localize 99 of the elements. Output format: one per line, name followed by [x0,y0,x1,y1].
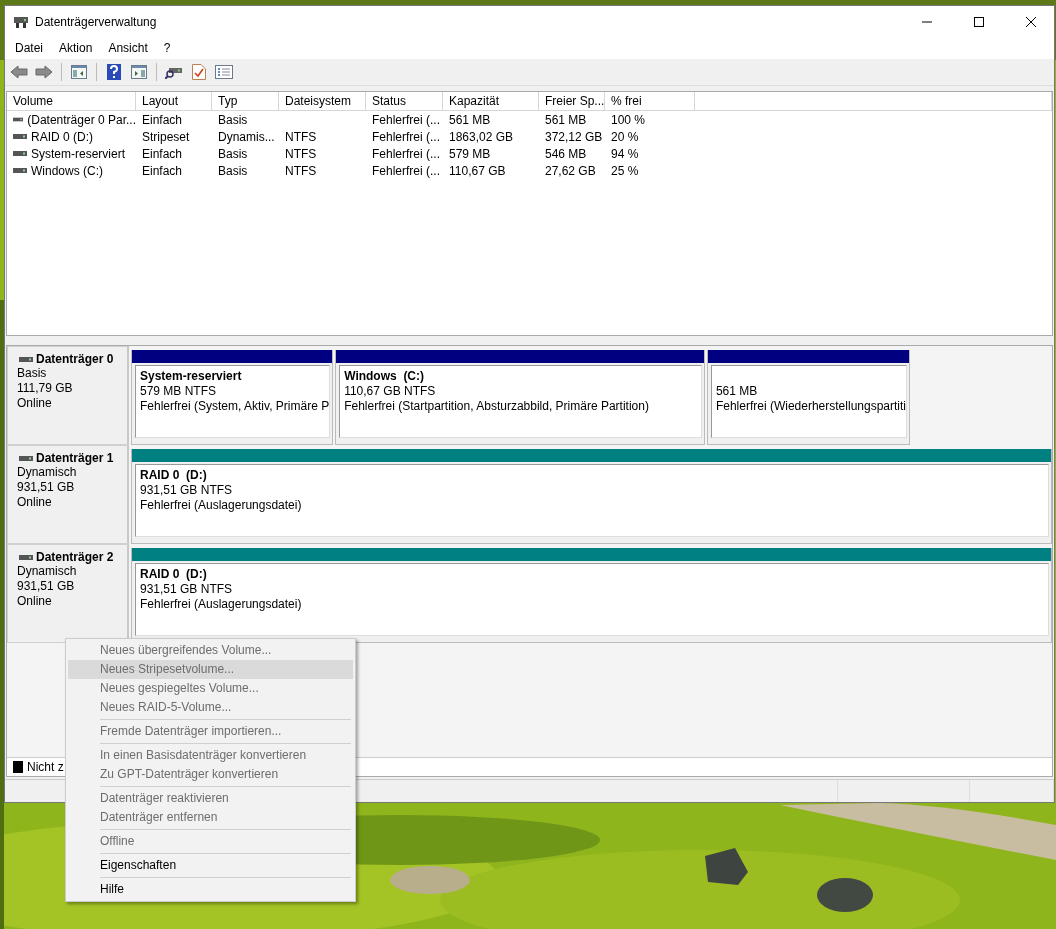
table-cell-text: 561 MB [448,112,492,127]
table-cell-text: NTFS [284,163,318,178]
column-header[interactable]: Kapazität [443,92,539,111]
table-cell-text: NTFS [284,129,318,144]
close-icon [1026,16,1036,27]
drive-icon [19,455,33,461]
table-cell-text: Fehlerfrei (... [371,129,441,144]
column-header[interactable]: Layout [136,92,212,111]
disk-status: Online [17,396,53,411]
partition-status: Fehlerfrei (Startpartition, Absturzabbild, Primäre Partition) [344,399,650,414]
drive-icon [13,151,27,156]
partition-title: Windows (C:) [344,369,426,384]
disk-name: Datenträger 2 [36,550,114,564]
table-cell-text: 110,67 GB [448,163,507,178]
table-cell-text: NTFS [284,146,318,161]
table-cell-text: Dynamis... [217,129,276,144]
partition-size: 931,51 GB NTFS [140,582,234,597]
help-icon [107,64,121,80]
context-menu-item[interactable]: Eigenschaften [68,856,353,875]
table-cell-text: 27,62 GB [544,163,597,178]
table-cell-text: 561 MB [544,112,588,127]
table-cell-text: 100 % [610,112,647,127]
table-cell-text: Basis [217,163,249,178]
list-icon [215,65,233,79]
disk-label-panel[interactable]: Datenträger 0 Basis 111,79 GB Online [7,346,129,445]
maximize-icon [974,16,984,27]
table-cell-text: Einfach [141,163,184,178]
table-cell-text: Fehlerfrei (... [371,146,441,161]
disk-status: Online [17,495,53,510]
table-cell-text: Fehlerfrei (... [371,163,441,178]
disk-status: Online [17,594,53,609]
partition-size: 110,67 GB NTFS [344,384,437,399]
panel-icon [131,65,147,79]
volume-name[interactable]: System-reserviert [31,146,125,161]
table-cell-text: 20 % [610,129,640,144]
disk-size: 931,51 GB [17,480,76,495]
menu-item[interactable]: ? [155,41,179,55]
table-cell-text: Basis [217,112,249,127]
partition-box[interactable]: RAID 0 (D:) 931,51 GB NTFS Fehlerfrei (Auslagerungsdatei) [135,464,1049,537]
table-cell-text: 1863,02 GB [448,129,515,144]
legend-label: Nicht z [27,760,64,774]
partition-status: Fehlerfrei (System, Aktiv, Primäre P [140,399,330,414]
volume-name[interactable]: (Datenträger 0 Par... [27,112,136,127]
partition-box[interactable]: 561 MB Fehlerfrei (Wiederherstellungspartiti [710,365,907,438]
table-cell-text: 94 % [610,146,640,161]
column-header[interactable]: Freier Sp... [539,92,605,111]
table-cell-text: Einfach [141,146,184,161]
table-cell-text: Einfach [141,112,184,127]
drive-icon [13,134,27,139]
menu-item[interactable]: Datei [7,41,51,55]
partition-size: 561 MB [715,384,759,399]
partition-title: RAID 0 (D:) [140,567,208,582]
table-cell-text: 546 MB [544,146,588,161]
table-cell-text: Stripeset [141,129,191,144]
disk-size: 931,51 GB [17,579,76,594]
volume-name[interactable]: RAID 0 (D:) [31,129,93,144]
column-header[interactable]: Dateisystem [279,92,366,111]
partition-box[interactable]: Windows (C:) 110,67 GB NTFS Fehlerfrei (Startpartition, Absturzabbild, Primäre Partition) [339,365,702,438]
drive-icon [19,554,33,560]
partition-status: Fehlerfrei (Auslagerungsdatei) [140,498,303,513]
column-header[interactable]: % frei [605,92,695,111]
disk-type: Dynamisch [17,465,78,480]
checklist-icon [192,64,206,80]
drive-icon [13,168,27,173]
partition-status: Fehlerfrei (Auslagerungsdatei) [140,597,303,612]
table-cell-text: Fehlerfrei (... [371,112,441,127]
column-header[interactable]: Typ [212,92,279,111]
disk-name: Datenträger 1 [36,451,114,465]
menu-item[interactable]: Aktion [51,41,101,55]
drive-icon [13,117,24,122]
disk-label-panel[interactable]: Datenträger 2 Dynamisch 931,51 GB Online [7,544,129,643]
disk-size: 111,79 GB [17,381,74,396]
drive-search-icon [165,65,183,79]
disk-name: Datenträger 0 [36,352,114,366]
panel-icon [71,65,87,79]
table-cell-text: 25 % [610,163,640,178]
drive-icon [19,356,33,362]
partition-box[interactable]: RAID 0 (D:) 931,51 GB NTFS Fehlerfrei (Auslagerungsdatei) [135,563,1049,636]
disk-label-panel[interactable]: Datenträger 1 Dynamisch 931,51 GB Online [7,445,129,544]
menu-item[interactable]: Ansicht [100,41,156,55]
table-cell-text: Basis [217,146,249,161]
disk-type: Basis [17,366,48,381]
forward-icon [35,65,53,79]
back-icon [10,65,28,79]
partition-title: System-reserviert [140,369,243,384]
partition-size: 579 MB NTFS [140,384,218,399]
window-title: Datenträgerverwaltung [35,14,158,29]
partition-title: RAID 0 (D:) [140,468,208,483]
partition-size: 931,51 GB NTFS [140,483,234,498]
partition-status: Fehlerfrei (Wiederherstellungspartiti [715,399,906,414]
volume-name[interactable]: Windows (C:) [31,163,103,178]
table-cell-text: 579 MB [448,146,492,161]
drive-icon [13,14,29,29]
table-cell-text: 372,12 GB [544,129,604,144]
column-header[interactable]: Volume [7,92,136,111]
disk-type: Dynamisch [17,564,78,579]
column-header[interactable]: Status [366,92,443,111]
context-menu-item[interactable]: Hilfe [68,880,353,899]
partition-box[interactable]: System-reserviert 579 MB NTFS Fehlerfrei (System, Aktiv, Primäre P [135,365,331,438]
